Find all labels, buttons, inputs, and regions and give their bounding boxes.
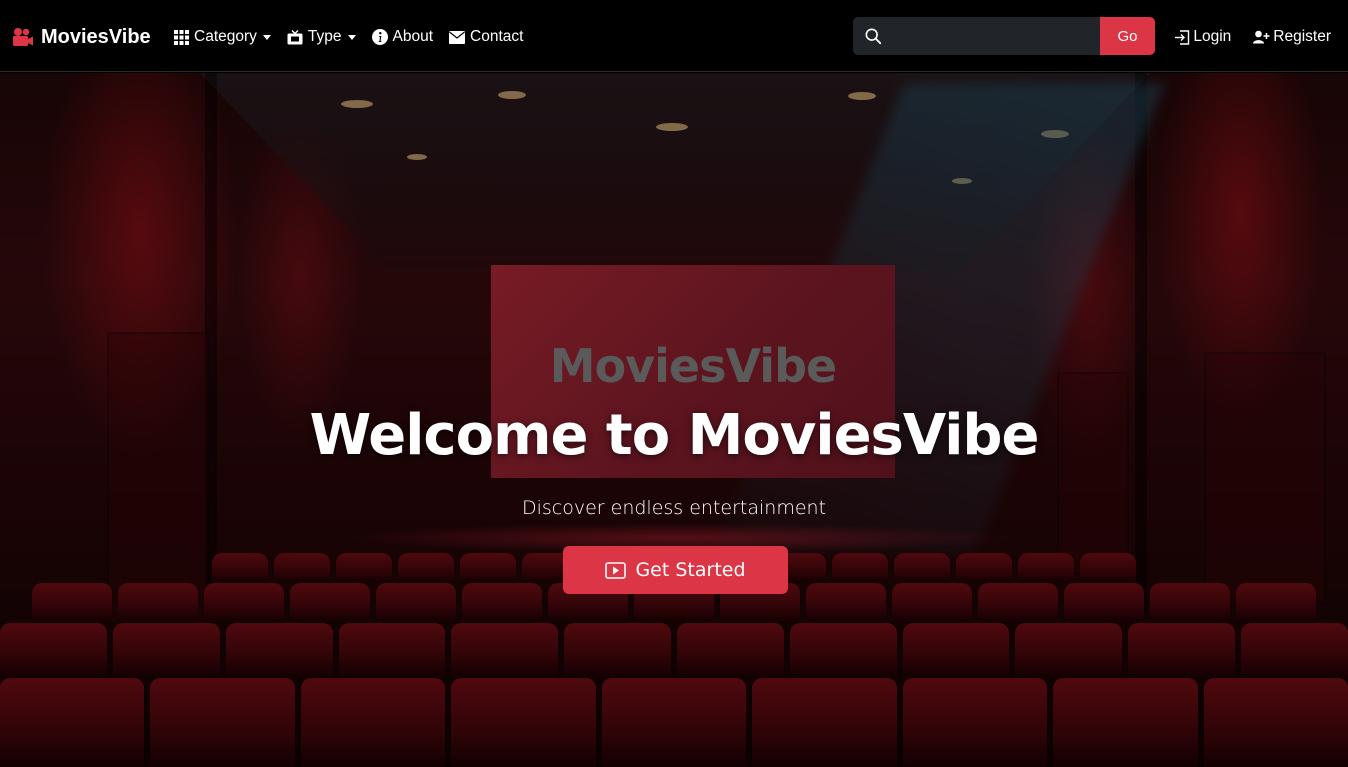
- get-started-button[interactable]: Get Started: [563, 546, 788, 594]
- person-plus-icon: [1253, 30, 1270, 44]
- chevron-down-icon: [262, 34, 271, 40]
- hero-section: MoviesVibe Welcome to MoviesVibe Discove…: [0, 73, 1348, 767]
- register-link[interactable]: Register: [1253, 28, 1331, 46]
- grid-icon: [174, 29, 189, 45]
- search-field[interactable]: [853, 17, 1100, 55]
- register-label: Register: [1273, 28, 1331, 45]
- nav-type-dropdown[interactable]: Type: [287, 28, 356, 46]
- nav-category-dropdown[interactable]: Category: [174, 28, 271, 46]
- search-go-button[interactable]: Go: [1100, 17, 1155, 55]
- nav-type-label: Type: [307, 28, 342, 45]
- hero-title: Welcome to MoviesVibe: [309, 403, 1039, 468]
- search-input[interactable]: [889, 27, 1100, 45]
- hero-content: Welcome to MoviesVibe Discover endless e…: [0, 73, 1348, 767]
- nav-category-label: Category: [194, 28, 257, 45]
- nav-contact-label: Contact: [470, 28, 524, 45]
- search-form: Go: [853, 17, 1155, 55]
- login-label: Login: [1193, 28, 1232, 45]
- login-icon: [1175, 29, 1190, 45]
- brand-link[interactable]: MoviesVibe: [12, 24, 151, 50]
- camera-reels-icon: [13, 28, 33, 46]
- nav-about-label: About: [392, 28, 434, 45]
- navbar: MoviesVibe Category Type About Contact G…: [0, 0, 1348, 72]
- chevron-down-icon: [347, 34, 356, 40]
- auth-links: Login Register: [1174, 24, 1331, 50]
- tv-icon: [287, 29, 303, 44]
- envelope-icon: [449, 30, 466, 44]
- get-started-label: Get Started: [635, 559, 746, 581]
- nav-about-link[interactable]: About: [371, 28, 434, 46]
- play-icon: [605, 561, 627, 579]
- info-circle-icon: [371, 29, 388, 45]
- nav-contact-link[interactable]: Contact: [449, 28, 523, 46]
- search-icon: [865, 28, 882, 45]
- brand-name: MoviesVibe: [41, 25, 151, 48]
- login-link[interactable]: Login: [1174, 28, 1231, 46]
- nav-links: Category Type About Contact: [174, 24, 539, 50]
- hero-subtitle: Discover endless entertainment: [521, 497, 827, 519]
